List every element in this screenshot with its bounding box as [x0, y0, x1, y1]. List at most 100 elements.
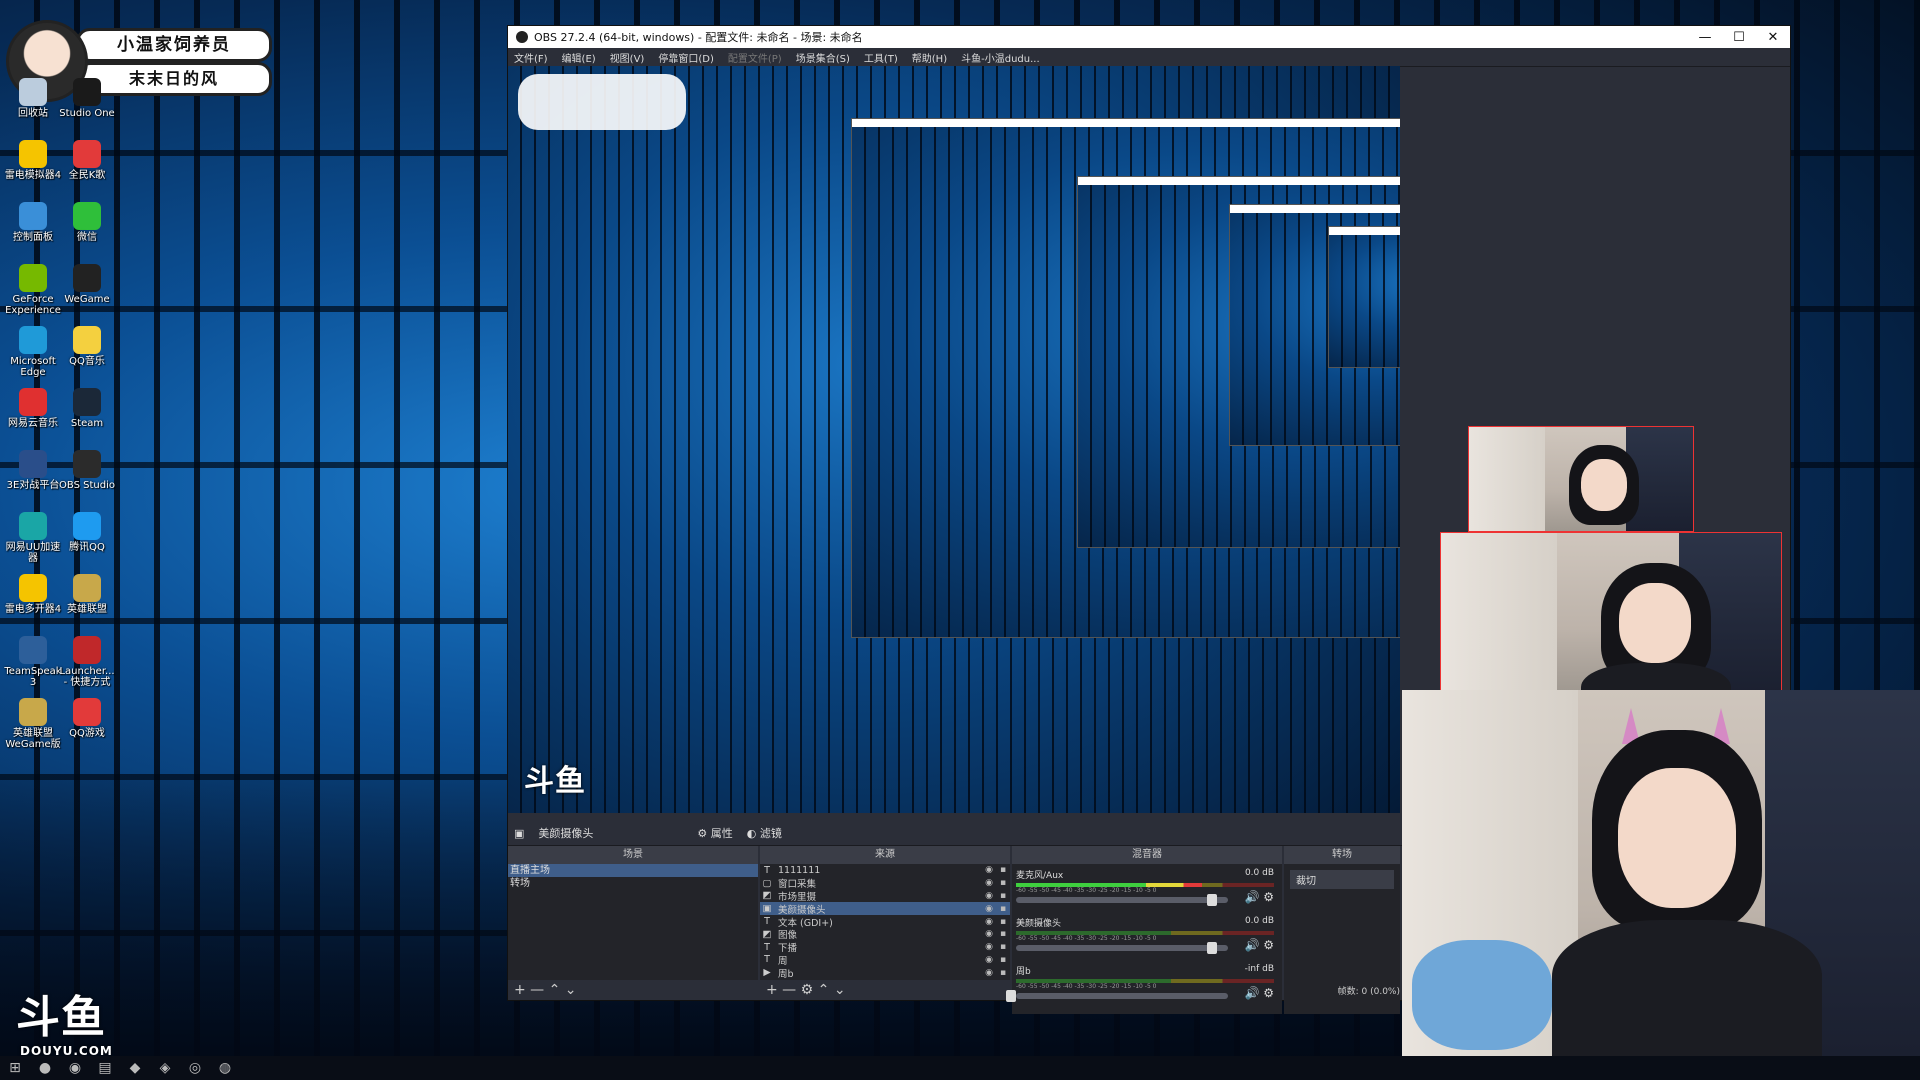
- desktop-icon-label: Launcher... - 快捷方式: [59, 666, 115, 688]
- visibility-eye-icon[interactable]: ◉: [982, 968, 996, 978]
- source-item[interactable]: T 周 ◉ ▪: [760, 954, 1010, 967]
- menu-item[interactable]: 工具(T): [864, 50, 898, 65]
- taskbar-app-icon[interactable]: ◆: [120, 1056, 150, 1080]
- source-type-icon: ▶: [763, 967, 771, 979]
- volume-slider[interactable]: [1006, 990, 1228, 1002]
- desktop-icon[interactable]: Steam: [58, 388, 116, 429]
- lock-icon[interactable]: ▪: [996, 917, 1010, 927]
- desktop-icon[interactable]: 全民K歌: [58, 140, 116, 181]
- menu-item[interactable]: 帮助(H): [912, 50, 947, 65]
- taskbar-app-icon[interactable]: ◎: [180, 1056, 210, 1080]
- speaker-settings-icons[interactable]: 🔊 ⚙: [1244, 938, 1274, 952]
- volume-slider[interactable]: [1016, 894, 1228, 906]
- maximize-icon[interactable]: ☐: [1722, 30, 1756, 45]
- lock-icon[interactable]: ▪: [996, 968, 1010, 978]
- app-icon: [73, 388, 101, 416]
- lock-icon[interactable]: ▪: [996, 942, 1010, 952]
- scene-item[interactable]: 直播主场: [508, 864, 758, 877]
- desktop-icon-label: 控制面板: [13, 232, 53, 243]
- app-icon: [19, 574, 47, 602]
- volume-slider[interactable]: [1016, 942, 1228, 954]
- lock-icon[interactable]: ▪: [996, 878, 1010, 888]
- source-type-icon: ◩: [762, 928, 772, 940]
- desktop-icon[interactable]: OBS Studio: [58, 450, 116, 491]
- source-item[interactable]: ◩ 市场里摄 ◉ ▪: [760, 890, 1010, 903]
- desktop-icon[interactable]: 腾讯QQ: [58, 512, 116, 553]
- desktop-icon[interactable]: 控制面板: [4, 202, 62, 243]
- properties-button[interactable]: ⚙ 属性: [697, 825, 732, 841]
- source-item[interactable]: ▢ 窗口采集 ◉ ▪: [760, 877, 1010, 891]
- source-name: 1111111: [778, 864, 821, 876]
- desktop-icon-label: 雷电多开器4: [4, 604, 62, 615]
- desktop-icon[interactable]: 网易UU加速器: [4, 512, 62, 564]
- preview-level-4: [1328, 226, 1400, 368]
- visibility-eye-icon[interactable]: ◉: [982, 955, 996, 965]
- visibility-eye-icon[interactable]: ◉: [982, 917, 996, 927]
- desktop-icon[interactable]: 微信: [58, 202, 116, 243]
- taskbar-app-icon[interactable]: ⊞: [0, 1056, 30, 1080]
- menu-item[interactable]: 文件(F): [514, 50, 548, 65]
- desktop-icon[interactable]: TeamSpeak 3: [4, 636, 62, 688]
- source-item[interactable]: T 1111111 ◉ ▪: [760, 864, 1010, 877]
- source-item[interactable]: ◩ 图像 ◉ ▪: [760, 928, 1010, 942]
- visibility-eye-icon[interactable]: ◉: [982, 891, 996, 901]
- scene-item[interactable]: 转场: [508, 877, 758, 890]
- desktop-icon-label: GeForce Experience: [5, 294, 61, 316]
- lock-icon[interactable]: ▪: [996, 929, 1010, 939]
- visibility-eye-icon[interactable]: ◉: [982, 904, 996, 914]
- taskbar-app-icon[interactable]: ◉: [60, 1056, 90, 1080]
- taskbar-app-icon[interactable]: ▤: [90, 1056, 120, 1080]
- app-icon: [73, 78, 101, 106]
- filters-button[interactable]: ◐ 滤镜: [747, 825, 782, 841]
- lock-icon[interactable]: ▪: [996, 955, 1010, 965]
- lock-icon[interactable]: ▪: [996, 865, 1010, 875]
- speaker-settings-icons[interactable]: 🔊 ⚙: [1244, 986, 1274, 1000]
- close-icon[interactable]: ✕: [1756, 30, 1790, 45]
- app-icon: [73, 450, 101, 478]
- desktop-icon[interactable]: 回收站: [4, 78, 62, 119]
- desktop-icon[interactable]: QQ游戏: [58, 698, 116, 739]
- lock-icon[interactable]: ▪: [996, 891, 1010, 901]
- visibility-eye-icon[interactable]: ◉: [982, 942, 996, 952]
- desktop-icon[interactable]: QQ音乐: [58, 326, 116, 367]
- visibility-eye-icon[interactable]: ◉: [982, 929, 996, 939]
- visibility-eye-icon[interactable]: ◉: [982, 865, 996, 875]
- menu-item[interactable]: 场景集合(S): [796, 50, 850, 65]
- source-item[interactable]: ▶ 周b ◉ ▪: [760, 966, 1010, 980]
- status-bar: 帧数: 0 (0.0%): [1337, 987, 1400, 997]
- desktop-icon-label: OBS Studio: [59, 480, 115, 491]
- desktop-icon[interactable]: 英雄联盟: [58, 574, 116, 615]
- desktop-icon[interactable]: 雷电模拟器4: [4, 140, 62, 181]
- desktop-icon[interactable]: 3E对战平台: [4, 450, 62, 491]
- lock-icon[interactable]: ▪: [996, 904, 1010, 914]
- minimize-icon[interactable]: —: [1688, 30, 1722, 45]
- sources-toolbar[interactable]: + — ⚙ ⌃ ⌄: [760, 980, 846, 1000]
- source-item[interactable]: T 下播 ◉ ▪: [760, 941, 1010, 955]
- taskbar-app-icon[interactable]: ◈: [150, 1056, 180, 1080]
- desktop-icon[interactable]: WeGame: [58, 264, 116, 305]
- visibility-eye-icon[interactable]: ◉: [982, 878, 996, 888]
- desktop-icon[interactable]: GeForce Experience: [4, 264, 62, 316]
- source-item[interactable]: ▣ 美颜摄像头 ◉ ▪: [760, 902, 1010, 916]
- desktop-icon[interactable]: Launcher... - 快捷方式: [58, 636, 116, 688]
- taskbar-app-icon[interactable]: ●: [30, 1056, 60, 1080]
- app-icon: [73, 574, 101, 602]
- source-item[interactable]: T 文本 (GDI+) ◉ ▪: [760, 915, 1010, 929]
- desktop-icon[interactable]: 雷电多开器4: [4, 574, 62, 615]
- obs-preview[interactable]: 斗鱼: [508, 66, 1400, 813]
- speaker-settings-icons[interactable]: 🔊 ⚙: [1244, 890, 1274, 904]
- desktop-icon[interactable]: Microsoft Edge: [4, 326, 62, 378]
- desktop-icon[interactable]: 网易云音乐: [4, 388, 62, 429]
- desktop-icon[interactable]: Studio One: [58, 78, 116, 119]
- taskbar-app-icon[interactable]: ◍: [210, 1056, 240, 1080]
- menu-item[interactable]: 编辑(E): [562, 50, 596, 65]
- menu-item[interactable]: 停靠窗口(D): [658, 50, 714, 65]
- scenes-toolbar[interactable]: + — ⌃ ⌄: [508, 980, 577, 1000]
- menu-item[interactable]: 视图(V): [610, 50, 645, 65]
- menu-item[interactable]: 斗鱼-小温dudu...: [961, 50, 1040, 65]
- menu-item[interactable]: 配置文件(P): [728, 50, 782, 65]
- obs-titlebar[interactable]: OBS 27.2.4 (64-bit, windows) - 配置文件: 未命名…: [508, 26, 1790, 48]
- transition-select[interactable]: 裁切: [1290, 870, 1394, 889]
- desktop-icon[interactable]: 英雄联盟WeGame版: [4, 698, 62, 750]
- app-icon: [73, 698, 101, 726]
